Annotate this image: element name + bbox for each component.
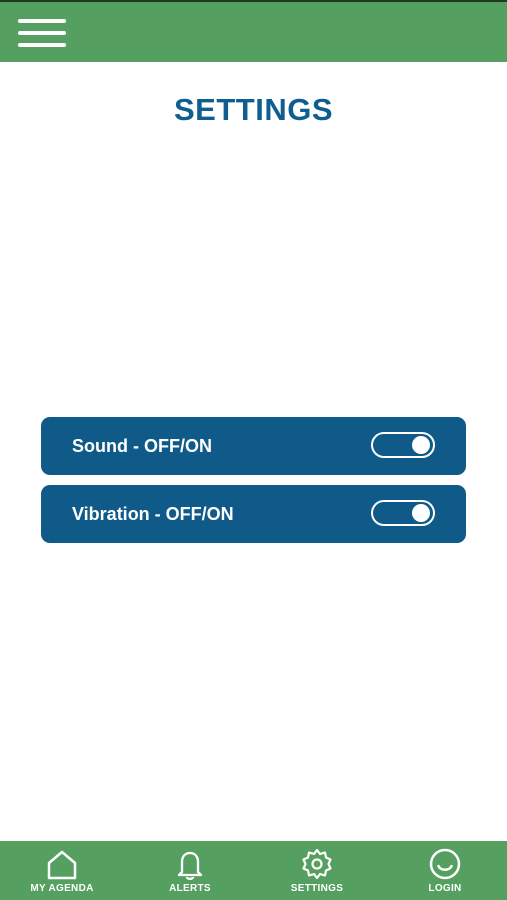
home-icon bbox=[47, 850, 77, 880]
bell-icon bbox=[177, 851, 203, 881]
toggle-knob bbox=[412, 504, 430, 522]
nav-alerts[interactable]: ALERTS bbox=[140, 841, 240, 900]
top-app-bar bbox=[0, 0, 507, 62]
page-title: SETTINGS bbox=[173, 92, 333, 127]
gear-icon bbox=[302, 848, 332, 880]
vibration-setting-row[interactable]: Vibration - OFF/ON bbox=[41, 485, 466, 543]
hamburger-menu-icon[interactable] bbox=[18, 17, 66, 49]
sound-setting-label: Sound - OFF/ON bbox=[72, 436, 212, 456]
nav-my-agenda-label: MY AGENDA bbox=[30, 883, 94, 894]
sound-setting-row[interactable]: Sound - OFF/ON bbox=[41, 417, 466, 475]
toggle-knob bbox=[412, 436, 430, 454]
sound-toggle[interactable] bbox=[371, 432, 435, 458]
smiley-face-icon bbox=[429, 848, 461, 880]
vibration-toggle[interactable] bbox=[371, 500, 435, 526]
menu-line bbox=[18, 31, 66, 35]
bottom-navigation-bar: MY AGENDA ALERTS SETTINGS LOGIN bbox=[0, 841, 507, 900]
nav-login-label: LOGIN bbox=[428, 883, 462, 894]
menu-line bbox=[18, 19, 66, 23]
nav-my-agenda[interactable]: MY AGENDA bbox=[12, 841, 112, 900]
nav-settings-label: SETTINGS bbox=[290, 883, 344, 894]
nav-settings[interactable]: SETTINGS bbox=[267, 841, 367, 900]
menu-line bbox=[18, 43, 66, 47]
nav-login[interactable]: LOGIN bbox=[395, 841, 495, 900]
nav-alerts-label: ALERTS bbox=[169, 883, 211, 894]
vibration-setting-label: Vibration - OFF/ON bbox=[72, 504, 234, 524]
